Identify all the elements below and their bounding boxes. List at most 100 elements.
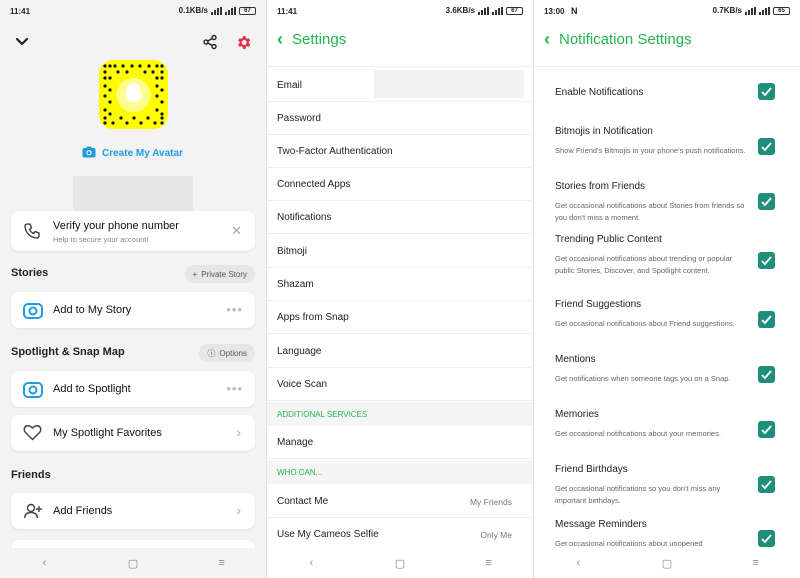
settings-row-label: Notifications: [277, 212, 332, 223]
notification-item-checkbox[interactable]: [758, 193, 775, 210]
settings-screen: 11:41 3.6KB/s 67 ‹ Settings Email Passwo…: [267, 0, 533, 578]
notification-item-checkbox[interactable]: [758, 138, 775, 155]
settings-row-manage[interactable]: Manage: [267, 426, 533, 459]
settings-row-label: Connected Apps: [277, 179, 351, 190]
settings-row-language[interactable]: Language: [267, 335, 533, 368]
add-to-spotlight-card[interactable]: Add to Spotlight •••: [11, 371, 255, 407]
notification-item-memories[interactable]: Memories Get occasional notifications ab…: [534, 409, 800, 453]
settings-row-notifications[interactable]: Notifications: [267, 201, 533, 234]
private-story-label: Private Story: [201, 269, 247, 279]
settings-row-apps-from-snap[interactable]: Apps from Snap: [267, 301, 533, 334]
section-header-who-can: WHO CAN...: [267, 460, 533, 484]
back-arrow-icon[interactable]: ‹: [544, 30, 550, 48]
screens: 11:41 0.1KB/s 67 Create My Avatar Verify…: [0, 0, 800, 578]
camera-icon: [82, 146, 96, 161]
signal-icon-2: [492, 6, 503, 15]
notification-item-bitmojis[interactable]: Bitmojis in Notification Show Friend's B…: [534, 126, 800, 170]
notification-item-desc: Get occasional notifications about trend…: [555, 254, 733, 275]
spotlight-favorites-label: My Spotlight Favorites: [53, 427, 162, 439]
settings-row-label: Two-Factor Authentication: [277, 146, 393, 157]
verify-subtitle: Help to secure your account!: [53, 235, 149, 244]
verify-title: Verify your phone number: [53, 220, 179, 232]
settings-row-contact-me[interactable]: Contact Me My Friends: [267, 485, 533, 518]
nav-menu-icon[interactable]: ≡: [202, 557, 242, 569]
notification-item-checkbox[interactable]: [758, 476, 775, 493]
settings-row-value: My Friends: [469, 497, 512, 507]
notification-item-title: Trending Public Content: [555, 234, 662, 245]
profile-screen: 11:41 0.1KB/s 67 Create My Avatar Verify…: [0, 0, 266, 578]
options-label: Options: [219, 348, 247, 358]
nav-home-icon[interactable]: ▢: [647, 557, 687, 570]
heart-icon: [23, 424, 42, 446]
settings-row-password[interactable]: Password: [267, 102, 533, 135]
settings-row-label: Shazam: [277, 279, 314, 290]
back-arrow-icon[interactable]: ‹: [277, 30, 283, 48]
friends-heading: Friends: [11, 469, 51, 481]
notification-item-trending[interactable]: Trending Public Content Get occasional n…: [534, 234, 800, 290]
nav-menu-icon[interactable]: ≡: [469, 557, 509, 569]
nav-back-icon[interactable]: ‹: [558, 557, 598, 569]
chevron-down-icon[interactable]: [14, 34, 30, 55]
notification-item-mentions[interactable]: Mentions Get notifications when someone …: [534, 354, 800, 398]
settings-row-two-factor[interactable]: Two-Factor Authentication: [267, 135, 533, 168]
notification-item-desc: Get occasional notifications about your …: [555, 429, 721, 438]
settings-row-label: Voice Scan: [277, 379, 328, 390]
notification-item-desc: Get occasional notifications about Frien…: [555, 319, 735, 328]
settings-row-label: Language: [277, 346, 322, 357]
snapcode[interactable]: [99, 60, 168, 129]
verify-phone-card[interactable]: Verify your phone number Help to secure …: [11, 211, 255, 251]
add-friend-icon: [23, 502, 43, 525]
status-indicators: 0.1KB/s 67: [179, 6, 256, 15]
add-friends-card[interactable]: Add Friends ›: [11, 493, 255, 529]
notification-item-stories[interactable]: Stories from Friends Get occasional noti…: [534, 181, 800, 225]
system-nav-bar: ‹ ▢ ≡: [534, 548, 800, 578]
notification-item-checkbox[interactable]: [758, 530, 775, 547]
options-button[interactable]: ⓘ Options: [199, 344, 255, 362]
notification-item-title: Message Reminders: [555, 519, 647, 530]
notification-item-title: Mentions: [555, 354, 596, 365]
private-story-button[interactable]: + Private Story: [184, 265, 255, 283]
notification-item-checkbox[interactable]: [758, 421, 775, 438]
status-speed: 0.1KB/s: [178, 6, 208, 15]
status-time: 13:00: [544, 7, 565, 16]
notification-item-checkbox[interactable]: [758, 311, 775, 328]
battery-icon: 67: [239, 6, 256, 15]
status-indicators: 0.7KB/s 65: [713, 6, 790, 15]
status-speed: 0.7KB/s: [712, 6, 742, 15]
settings-row-email[interactable]: Email: [267, 69, 533, 102]
notification-item-desc: Get occasional notifications about Stori…: [555, 201, 745, 222]
nav-home-icon[interactable]: ▢: [113, 557, 153, 570]
settings-row-label: Email: [277, 80, 303, 91]
nav-home-icon[interactable]: ▢: [380, 557, 420, 570]
settings-row-cameos[interactable]: Use My Cameos Selfie Only Me: [267, 518, 533, 551]
nav-menu-icon[interactable]: ≡: [736, 557, 776, 569]
settings-row-connected-apps[interactable]: Connected Apps: [267, 168, 533, 201]
enable-notifications-checkbox[interactable]: [758, 83, 775, 100]
create-avatar-button[interactable]: Create My Avatar: [82, 146, 183, 161]
spotlight-favorites-card[interactable]: My Spotlight Favorites ›: [11, 415, 255, 451]
notification-item-title: Bitmojis in Notification: [555, 126, 653, 137]
settings-row-label: Contact Me: [277, 496, 329, 507]
add-to-my-story-card[interactable]: Add to My Story •••: [11, 292, 255, 328]
notification-item-title: Stories from Friends: [555, 181, 646, 192]
gear-icon[interactable]: [235, 34, 252, 56]
create-avatar-label: Create My Avatar: [102, 148, 183, 159]
enable-notifications-label: Enable Notifications: [555, 87, 644, 98]
notification-item-friend-suggestions[interactable]: Friend Suggestions Get occasional notifi…: [534, 299, 800, 343]
settings-row-bitmoji[interactable]: Bitmoji: [267, 235, 533, 268]
more-icon[interactable]: •••: [226, 381, 243, 396]
settings-row-shazam[interactable]: Shazam: [267, 268, 533, 301]
notification-item-desc: Get occasional notifications so you don'…: [555, 484, 721, 505]
share-icon[interactable]: [202, 34, 218, 55]
enable-notifications-row[interactable]: Enable Notifications: [534, 82, 800, 106]
notification-item-message-reminders[interactable]: Message Reminders Get occasional notific…: [534, 519, 800, 549]
close-icon[interactable]: ✕: [231, 223, 242, 239]
nav-back-icon[interactable]: ‹: [24, 557, 64, 569]
settings-row-voice-scan[interactable]: Voice Scan: [267, 368, 533, 401]
nav-back-icon[interactable]: ‹: [291, 557, 331, 569]
more-icon[interactable]: •••: [226, 302, 243, 317]
notification-item-birthdays[interactable]: Friend Birthdays Get occasional notifica…: [534, 464, 800, 508]
notification-item-checkbox[interactable]: [758, 252, 775, 269]
notification-item-checkbox[interactable]: [758, 366, 775, 383]
signal-icon: [745, 6, 756, 15]
